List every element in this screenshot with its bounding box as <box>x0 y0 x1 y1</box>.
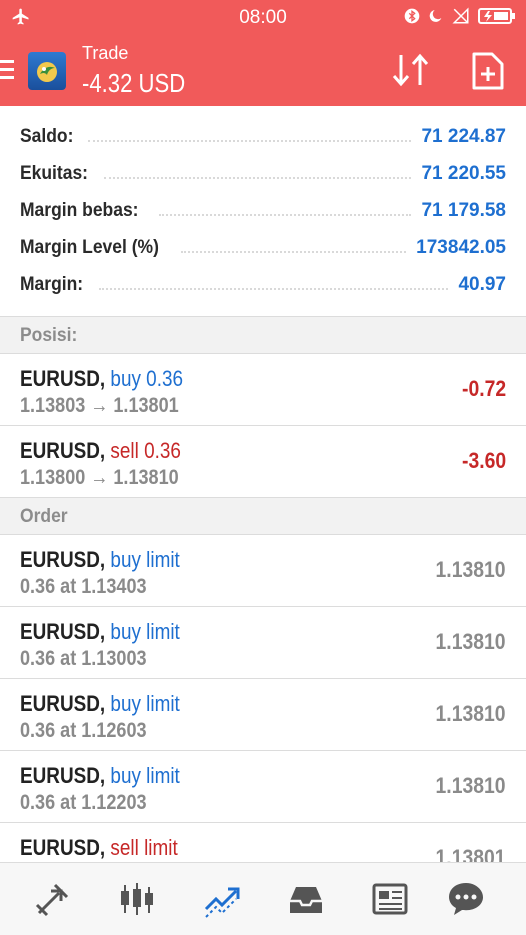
order-type: buy limit <box>110 547 180 572</box>
order-row[interactable]: EURUSD, buy limit 0.36 at 1.12603 1.1381… <box>0 679 526 751</box>
chart-icon[interactable] <box>117 879 157 919</box>
order-detail: 0.36 at 1.13403 <box>20 575 147 598</box>
position-prices: 1.13803 → 1.13801 <box>20 394 179 417</box>
order-symbol: EURUSD, <box>20 835 106 860</box>
dotted-leader <box>180 250 407 253</box>
orders-header-label: Order <box>20 506 68 527</box>
position-row[interactable]: EURUSD, buy 0.36 1.13803 → 1.13801 -0.72 <box>0 354 526 426</box>
dotted-leader <box>88 139 412 142</box>
page-title: Trade <box>82 43 129 63</box>
equity-label: Ekuitas: <box>20 162 89 184</box>
order-title: EURUSD, buy limit <box>20 691 180 717</box>
order-type: buy limit <box>110 691 180 716</box>
margin-level-label: Margin Level (%) <box>20 236 159 258</box>
history-icon[interactable] <box>286 879 326 919</box>
quotes-icon[interactable] <box>33 879 73 919</box>
balance-row: Saldo: 71 224.87 <box>20 118 506 155</box>
chat-icon[interactable] <box>446 879 486 919</box>
order-title: EURUSD, buy limit <box>20 763 180 789</box>
margin-level-value: 173842.05 <box>416 236 506 258</box>
menu-icon[interactable] <box>0 60 18 80</box>
balance-label: Saldo: <box>20 125 74 147</box>
margin-row: Margin: 40.97 <box>20 266 506 303</box>
total-profit: -4.32 USD <box>82 68 186 98</box>
order-symbol: EURUSD, <box>20 547 106 572</box>
order-symbol: EURUSD, <box>20 691 106 716</box>
order-symbol: EURUSD, <box>20 619 106 644</box>
position-side: buy 0.36 <box>110 366 184 391</box>
order-price: 1.13810 <box>436 557 506 582</box>
position-symbol: EURUSD, <box>20 366 106 391</box>
bottom-navigation <box>0 862 526 935</box>
order-symbol: EURUSD, <box>20 763 106 788</box>
balance-value: 71 224.87 <box>421 125 506 147</box>
equity-value: 71 220.55 <box>421 162 506 184</box>
no-signal-icon <box>452 7 469 24</box>
free-margin-row: Margin bebas: 71 179.58 <box>20 192 506 229</box>
position-profit: -3.60 <box>461 448 506 473</box>
app-logo-icon <box>28 52 66 90</box>
order-detail: 0.36 at 1.13003 <box>20 647 147 670</box>
sort-icon[interactable] <box>390 51 432 89</box>
margin-label: Margin: <box>20 273 84 295</box>
app-bar: Trade -4.32 USD <box>0 34 526 106</box>
position-row[interactable]: EURUSD, sell 0.36 1.13800 → 1.13810 -3.6… <box>0 426 526 498</box>
order-row[interactable]: EURUSD, buy limit 0.36 at 1.13403 1.1381… <box>0 535 526 607</box>
order-price: 1.13810 <box>436 773 506 798</box>
dotted-leader <box>158 213 412 216</box>
equity-row: Ekuitas: 71 220.55 <box>20 155 506 192</box>
orders-header: Order <box>0 497 526 535</box>
margin-level-row: Margin Level (%) 173842.05 <box>20 229 506 266</box>
position-title: EURUSD, sell 0.36 <box>20 438 181 464</box>
position-side: sell 0.36 <box>110 438 181 463</box>
order-type: buy limit <box>110 619 180 644</box>
bluetooth-icon <box>404 8 420 24</box>
order-row[interactable]: EURUSD, buy limit 0.36 at 1.13003 1.1381… <box>0 607 526 679</box>
order-row[interactable]: EURUSD, buy limit 0.36 at 1.12203 1.1381… <box>0 751 526 823</box>
order-price: 1.13810 <box>436 701 506 726</box>
order-type: buy limit <box>110 763 180 788</box>
order-title: EURUSD, sell limit <box>20 835 178 861</box>
position-symbol: EURUSD, <box>20 438 106 463</box>
order-detail: 0.36 at 1.12603 <box>20 719 147 742</box>
status-bar: 08:00 <box>0 0 526 34</box>
trade-icon[interactable] <box>202 879 242 919</box>
dotted-leader <box>98 287 449 290</box>
order-title: EURUSD, buy limit <box>20 619 180 645</box>
account-summary: Saldo: 71 224.87 Ekuitas: 71 220.55 Marg… <box>0 106 526 316</box>
new-order-icon[interactable] <box>470 51 506 91</box>
news-icon[interactable] <box>370 879 410 919</box>
moon-icon <box>429 10 442 22</box>
order-type: sell limit <box>110 835 178 860</box>
margin-value: 40.97 <box>458 273 506 295</box>
position-profit: -0.72 <box>461 376 506 401</box>
battery-icon <box>478 8 515 24</box>
positions-header-label: Posisi: <box>20 325 78 346</box>
free-margin-label: Margin bebas: <box>20 199 139 221</box>
dotted-leader <box>103 176 412 179</box>
positions-header: Posisi: <box>0 316 526 354</box>
order-title: EURUSD, buy limit <box>20 547 180 573</box>
position-prices: 1.13800 → 1.13810 <box>20 466 179 489</box>
order-detail: 0.36 at 1.12203 <box>20 791 147 814</box>
position-title: EURUSD, buy 0.36 <box>20 366 183 392</box>
free-margin-value: 71 179.58 <box>421 199 506 221</box>
order-price: 1.13810 <box>436 629 506 654</box>
